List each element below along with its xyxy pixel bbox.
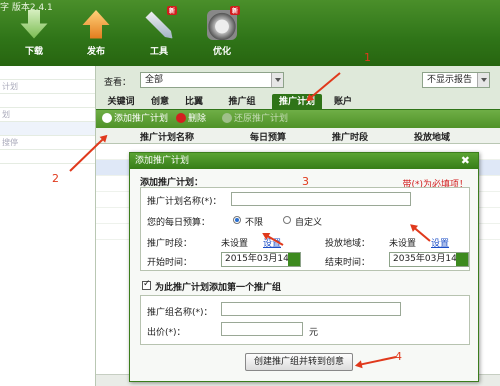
tree-item[interactable]: 搜停 <box>0 136 95 150</box>
start-date-label: 开始时间： <box>147 258 193 268</box>
add-first-adgroup-checkbox[interactable] <box>142 279 151 290</box>
view-select-value: 全部 <box>145 75 164 85</box>
publish-button[interactable]: 发布 <box>76 10 116 57</box>
adgroup-form: 推广组名称(*)： 出价(*)： 元 <box>140 295 470 345</box>
region-settings-link[interactable]: 设置 <box>431 236 449 249</box>
tab-keywords[interactable]: 关键词 <box>106 94 136 110</box>
schedule-value: 未设置 <box>221 239 249 249</box>
annotation-number: 3 <box>302 175 309 188</box>
tree-item[interactable] <box>0 122 95 136</box>
annotation-number: 2 <box>52 172 59 185</box>
new-badge: 新 <box>229 6 240 15</box>
end-date-value: 2035年03月14日 <box>393 254 466 264</box>
budget-custom-radio[interactable] <box>283 216 291 224</box>
budget-unlimited-radio[interactable] <box>233 216 241 224</box>
campaign-name-input[interactable] <box>231 192 411 206</box>
tab-adgroup[interactable]: 推广组 <box>224 94 260 110</box>
column-header[interactable]: 投放地域 <box>414 130 450 143</box>
campaign-name-label: 推广计划名称(*)： <box>147 197 222 207</box>
publish-icon <box>82 10 110 39</box>
tab-bar: 关键词 创意 比翼 推广组 推广计划 账户 <box>96 92 500 110</box>
schedule-label: 推广时段： <box>147 239 193 249</box>
tools-label: 工具 <box>149 47 168 57</box>
close-icon[interactable]: ✖ <box>461 153 470 169</box>
publish-label: 发布 <box>86 47 105 57</box>
tab-campaign[interactable]: 推广计划 <box>272 94 322 110</box>
new-badge: 新 <box>166 6 177 15</box>
tree-item[interactable] <box>0 94 95 108</box>
dialog-title: 添加推广计划 <box>135 156 190 166</box>
annotation-number: 1 <box>364 51 371 64</box>
region-value: 未设置 <box>389 239 417 249</box>
bid-label: 出价(*)： <box>147 328 186 338</box>
start-date-picker[interactable]: 2015年03月14日 <box>221 252 301 267</box>
delete-button[interactable]: 删除 <box>176 113 206 125</box>
bid-input[interactable] <box>221 322 303 336</box>
column-header[interactable]: 推广计划名称 <box>140 130 194 143</box>
delete-label: 删除 <box>188 114 207 124</box>
bid-unit: 元 <box>309 328 319 338</box>
calendar-icon <box>456 253 468 266</box>
tree-item[interactable] <box>0 66 95 80</box>
chevron-down-icon <box>271 73 283 87</box>
action-bar: 添加推广计划 删除 还原推广计划 <box>96 110 500 128</box>
chevron-down-icon <box>477 73 489 87</box>
download-label: 下载 <box>24 47 43 57</box>
restore-campaign-button[interactable]: 还原推广计划 <box>222 113 288 125</box>
restore-campaign-label: 还原推广计划 <box>234 114 289 124</box>
account-tree: 计划 划 搜停 <box>0 66 96 386</box>
budget-unlimited-label: 不限 <box>245 218 264 228</box>
column-header[interactable]: 推广时段 <box>332 130 368 143</box>
tab-creative[interactable]: 创意 <box>148 94 172 110</box>
top-toolbar: 字 版本2.4.1 下载 发布 新 工具 新 优化 <box>0 0 500 66</box>
optimize-label: 优化 <box>212 47 231 57</box>
adgroup-name-input[interactable] <box>221 302 401 316</box>
column-header[interactable]: 每日预算 <box>250 130 286 143</box>
report-select[interactable]: 不显示报告 <box>422 72 490 88</box>
tools-button[interactable]: 新 工具 <box>139 6 179 57</box>
end-date-label: 结束时间： <box>325 258 371 268</box>
add-campaign-button[interactable]: 添加推广计划 <box>102 113 168 125</box>
report-select-value: 不显示报告 <box>427 75 473 85</box>
view-select[interactable]: 全部 <box>140 72 284 88</box>
end-date-picker[interactable]: 2035年03月14日 <box>389 252 469 267</box>
filter-row: 查看： 全部 不显示报告 <box>104 72 494 90</box>
budget-custom-label: 自定义 <box>295 218 323 228</box>
region-label: 投放地域： <box>325 239 371 249</box>
tab-biyi[interactable]: 比翼 <box>182 94 206 110</box>
adgroup-name-label: 推广组名称(*)： <box>147 308 213 318</box>
add-campaign-label: 添加推广计划 <box>114 114 169 124</box>
start-date-value: 2015年03月14日 <box>225 254 298 264</box>
create-adgroup-button[interactable]: 创建推广组并转到创意 <box>245 353 353 371</box>
calendar-icon <box>288 253 300 266</box>
campaign-form: 推广计划名称(*)： 您的每日预算： 不限 自定义 推广时段： 未设置 设置 投… <box>140 187 470 271</box>
download-icon <box>20 10 48 39</box>
tree-item[interactable]: 计划 <box>0 80 95 94</box>
grid-header: 推广计划名称 每日预算 推广时段 投放地域 <box>96 128 500 144</box>
refresh-icon <box>222 113 232 123</box>
download-button[interactable]: 下载 <box>14 10 54 57</box>
delete-icon <box>176 113 186 123</box>
tree-item[interactable]: 划 <box>0 108 95 122</box>
view-label: 查看： <box>104 78 132 88</box>
plus-icon <box>102 113 112 123</box>
budget-label: 您的每日预算： <box>147 218 211 228</box>
dialog-titlebar: 添加推广计划 ✖ <box>130 153 478 169</box>
optimize-button[interactable]: 新 优化 <box>202 6 242 57</box>
section-title-adgroup: 为此推广计划添加第一个推广组 <box>155 283 282 293</box>
tab-account[interactable]: 账户 <box>330 94 356 110</box>
